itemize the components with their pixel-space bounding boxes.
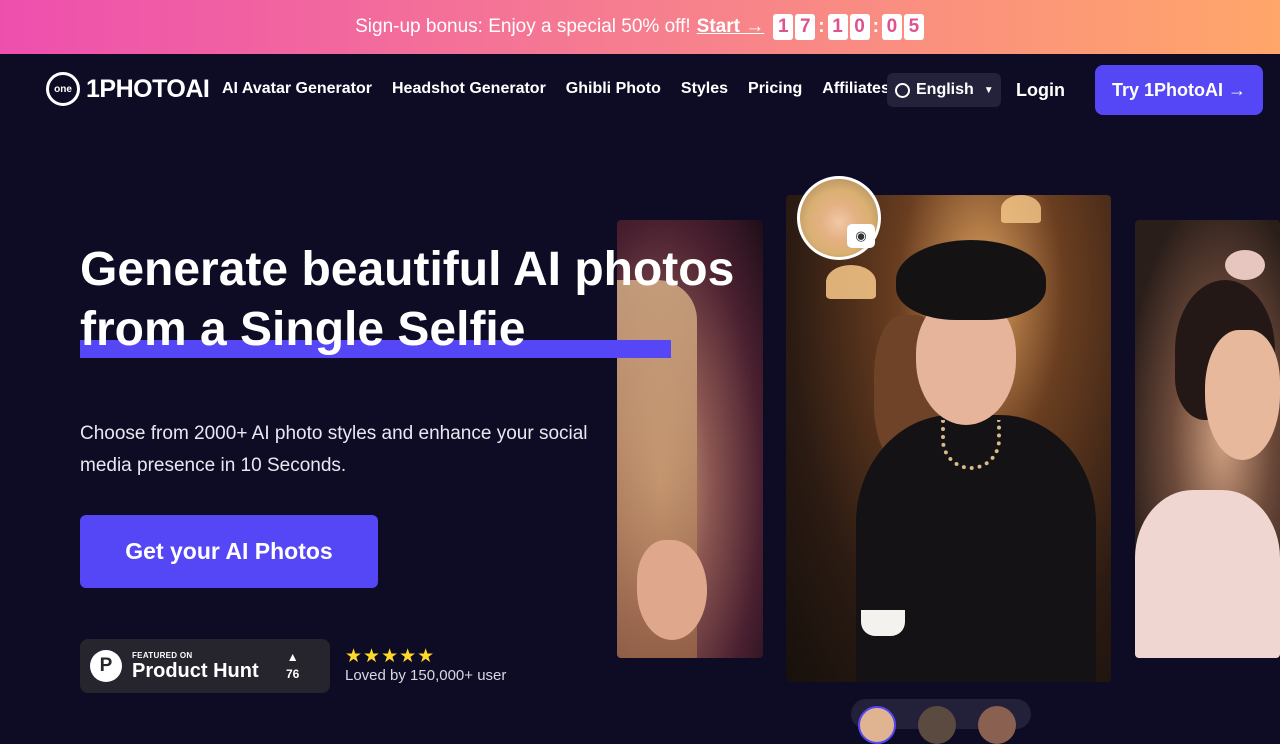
top-nav: one 1PHOTOAI AI Avatar Generator Headsho… <box>0 54 1280 126</box>
promo-banner: Sign-up bonus: Enjoy a special 50% off! … <box>0 0 1280 54</box>
language-selector[interactable]: English ▼ <box>887 73 1001 107</box>
nav-item-pricing[interactable]: Pricing <box>748 80 802 98</box>
logo-icon: one <box>46 72 80 106</box>
promo-start-link[interactable]: Start → <box>697 16 765 38</box>
nav-links: AI Avatar Generator Headshot Generator G… <box>222 80 910 98</box>
nav-item-ghibli-photo[interactable]: Ghibli Photo <box>566 80 661 98</box>
hero-photo-right <box>1135 220 1280 658</box>
camera-icon: ◉ <box>847 224 875 248</box>
timer-digit: 0 <box>881 14 902 40</box>
upvote-icon: ▲ <box>286 650 299 664</box>
style-thumbnail[interactable] <box>918 706 956 744</box>
hero-title-line2: from a Single Selfie <box>80 303 526 356</box>
promo-text: Sign-up bonus: Enjoy a special 50% off! <box>355 16 691 37</box>
timer-digit: 1 <box>827 14 848 40</box>
nav-item-styles[interactable]: Styles <box>681 80 728 98</box>
style-thumbnail[interactable] <box>858 706 896 744</box>
globe-icon <box>895 82 910 98</box>
timer-separator: : <box>872 16 879 37</box>
chevron-down-icon: ▼ <box>983 84 994 96</box>
timer-separator: : <box>818 16 825 37</box>
login-link[interactable]: Login <box>1016 80 1065 101</box>
ph-vote-count: 76 <box>286 667 300 681</box>
timer-digit: 0 <box>849 14 870 40</box>
timer-digit: 1 <box>773 14 794 40</box>
hero-photo-center <box>786 195 1111 682</box>
style-thumbnail[interactable] <box>978 706 1016 744</box>
hero-subtitle: Choose from 2000+ AI photo styles and en… <box>80 423 588 476</box>
ph-name: Product Hunt <box>132 659 259 682</box>
logo[interactable]: one 1PHOTOAI <box>46 72 210 106</box>
get-ai-photos-button[interactable]: Get your AI Photos <box>80 515 378 588</box>
ph-featured-label: FEATURED ON <box>132 650 193 660</box>
hero-title: Generate beautiful AI photos from a Sing… <box>80 240 780 360</box>
timer-digit: 7 <box>795 14 816 40</box>
countdown-timer: 1 7 : 1 0 : 0 5 <box>772 14 925 40</box>
nav-item-ai-avatar-generator[interactable]: AI Avatar Generator <box>222 80 372 98</box>
product-hunt-badge[interactable]: P FEATURED ON Product Hunt ▲ 76 <box>80 639 330 693</box>
rating-stars: ★★★★★ <box>345 646 436 667</box>
language-label: English <box>916 81 974 98</box>
loved-by-text: Loved by 150,000+ user <box>345 667 507 684</box>
try-1photoai-button[interactable]: Try 1PhotoAI → <box>1095 65 1263 115</box>
timer-digit: 5 <box>903 14 924 40</box>
nav-item-affiliates[interactable]: Affiliates <box>822 80 890 98</box>
logo-text: 1PHOTOAI <box>86 74 210 103</box>
nav-item-headshot-generator[interactable]: Headshot Generator <box>392 80 546 98</box>
product-hunt-icon: P <box>90 650 122 682</box>
ph-votes: ▲ 76 <box>286 649 299 683</box>
hero-title-line1: Generate beautiful AI photos <box>80 243 735 296</box>
